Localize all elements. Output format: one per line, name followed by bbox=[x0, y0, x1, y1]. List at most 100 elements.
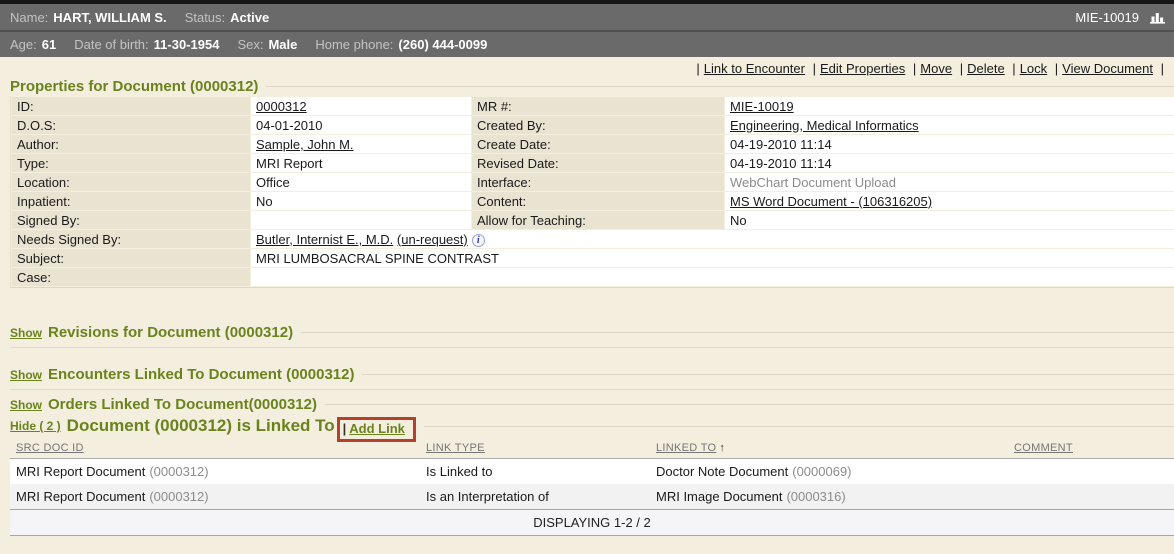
annotation-highlight-box: |Add Link bbox=[337, 417, 416, 442]
move-link[interactable]: Move bbox=[920, 61, 952, 76]
separator: | bbox=[1161, 61, 1164, 76]
show-encounters-link[interactable]: Show bbox=[10, 368, 42, 382]
dos-label: D.O.S: bbox=[12, 116, 250, 134]
patient-status: Active bbox=[230, 10, 269, 25]
edit-properties-link[interactable]: Edit Properties bbox=[820, 61, 905, 76]
comment-value bbox=[1008, 459, 1174, 485]
name-label: Name: bbox=[10, 10, 48, 25]
create-date-value: 04-19-2010 11:14 bbox=[725, 135, 1174, 153]
author-link[interactable]: Sample, John M. bbox=[256, 137, 354, 152]
orders-section: Show Orders Linked To Document(0000312) bbox=[10, 396, 1174, 413]
content-link[interactable]: MS Word Document - (106316205) bbox=[730, 194, 932, 209]
age-value: 61 bbox=[42, 37, 56, 52]
created-by-label: Created By: bbox=[472, 116, 724, 134]
revisions-collapsed-body bbox=[10, 341, 1174, 348]
table-row: Type: MRI Report Revised Date: 04-19-201… bbox=[12, 154, 1174, 172]
table-row: Needs Signed By: Butler, Internist E., M… bbox=[12, 230, 1174, 248]
show-revisions-link[interactable]: Show bbox=[10, 326, 42, 340]
table-row: Signed By: Allow for Teaching: No bbox=[12, 211, 1174, 229]
table-row: Author: Sample, John M. Create Date: 04-… bbox=[12, 135, 1174, 153]
properties-table: ID: 0000312 MR #: MIE-10019 D.O.S: 04-01… bbox=[11, 96, 1174, 287]
hide-linked-link[interactable]: Hide ( 2 ) bbox=[10, 419, 61, 433]
separator: | bbox=[913, 61, 916, 76]
age-pair: Age: 61 bbox=[10, 37, 56, 52]
revised-date-value: 04-19-2010 11:14 bbox=[725, 154, 1174, 172]
linked-to-header[interactable]: LINKED TO bbox=[656, 442, 716, 454]
src-doc-id-header[interactable]: SRC DOC ID bbox=[16, 442, 84, 454]
age-label: Age: bbox=[10, 37, 37, 52]
linked-documents-table: SRC DOC ID LINK TYPE LINKED TO↑ COMMENT … bbox=[10, 439, 1174, 536]
status-label: Status: bbox=[185, 10, 225, 25]
teaching-value: No bbox=[725, 211, 1174, 229]
src-doc-name: MRI Report Document bbox=[16, 464, 145, 479]
linked-table-header-row: SRC DOC ID LINK TYPE LINKED TO↑ COMMENT bbox=[10, 439, 1174, 459]
author-label: Author: bbox=[12, 135, 250, 153]
table-row: Location: Office Interface: WebChart Doc… bbox=[12, 173, 1174, 191]
view-document-link[interactable]: View Document bbox=[1062, 61, 1153, 76]
dob-label: Date of birth: bbox=[74, 37, 148, 52]
inpatient-value: No bbox=[251, 192, 471, 210]
link-to-encounter-link[interactable]: Link to Encounter bbox=[704, 61, 805, 76]
case-label: Case: bbox=[12, 268, 250, 286]
link-type-header[interactable]: LINK TYPE bbox=[426, 442, 485, 454]
sort-ascending-icon[interactable]: ↑ bbox=[719, 442, 725, 454]
patient-header-bar: Name: HART, WILLIAM S. Status: Active MI… bbox=[0, 4, 1174, 30]
needs-signed-by-label: Needs Signed By: bbox=[12, 230, 250, 248]
encounters-collapsed-body bbox=[10, 383, 1174, 390]
lock-link[interactable]: Lock bbox=[1020, 61, 1047, 76]
properties-fieldset: ID: 0000312 MR #: MIE-10019 D.O.S: 04-01… bbox=[10, 96, 1174, 288]
linked-doc-name: MRI Image Document bbox=[656, 489, 782, 504]
mr-number-link[interactable]: MIE-10019 bbox=[730, 99, 794, 114]
content-label: Content: bbox=[472, 192, 724, 210]
location-value: Office bbox=[251, 173, 471, 191]
link-type-value: Is an Interpretation of bbox=[420, 484, 650, 510]
show-orders-link[interactable]: Show bbox=[10, 398, 42, 412]
revised-date-label: Revised Date: bbox=[472, 154, 724, 172]
patient-name: HART, WILLIAM S. bbox=[53, 10, 166, 25]
type-label: Type: bbox=[12, 154, 250, 172]
dob-value: 11-30-1954 bbox=[154, 37, 220, 52]
table-footer-row: DISPLAYING 1-2 / 2 bbox=[10, 510, 1174, 536]
mr-number-badge: MIE-10019 bbox=[1075, 10, 1139, 25]
un-request-link[interactable]: (un-request) bbox=[397, 232, 468, 247]
interface-value: WebChart Document Upload bbox=[725, 173, 1174, 191]
revisions-title: Revisions for Document (0000312) bbox=[48, 324, 293, 341]
table-row: ID: 0000312 MR #: MIE-10019 bbox=[12, 97, 1174, 115]
dos-value: 04-01-2010 bbox=[251, 116, 471, 134]
linked-doc-name: Doctor Note Document bbox=[656, 464, 788, 479]
src-doc-name: MRI Report Document bbox=[16, 489, 145, 504]
table-row: D.O.S: 04-01-2010 Created By: Engineerin… bbox=[12, 116, 1174, 134]
encounters-section: Show Encounters Linked To Document (0000… bbox=[10, 366, 1174, 390]
created-by-link[interactable]: Engineering, Medical Informatics bbox=[730, 118, 919, 133]
id-label: ID: bbox=[12, 97, 250, 115]
linked-documents-section: Hide ( 2 ) Document (0000312) is Linked … bbox=[10, 416, 1174, 536]
sex-value: Male bbox=[268, 37, 297, 52]
needs-signed-by-link[interactable]: Butler, Internist E., M.D. bbox=[256, 232, 393, 247]
orders-title: Orders Linked To Document(0000312) bbox=[48, 396, 317, 413]
linked-section-header: Hide ( 2 ) Document (0000312) is Linked … bbox=[10, 416, 1174, 436]
table-row: Case: bbox=[12, 268, 1174, 286]
link-type-value: Is Linked to bbox=[420, 459, 650, 485]
linked-title: Document (0000312) is Linked To bbox=[67, 416, 335, 436]
comment-header[interactable]: COMMENT bbox=[1014, 442, 1073, 454]
document-id-link[interactable]: 0000312 bbox=[256, 99, 307, 114]
phone-pair: Home phone: (260) 444-0099 bbox=[315, 37, 487, 52]
dob-pair: Date of birth: 11-30-1954 bbox=[74, 37, 219, 52]
bar-chart-icon[interactable] bbox=[1149, 10, 1166, 24]
signed-by-label: Signed By: bbox=[12, 211, 250, 229]
src-doc-id: (0000312) bbox=[149, 464, 208, 479]
comment-value bbox=[1008, 484, 1174, 510]
separator: | bbox=[960, 61, 963, 76]
phone-value: (260) 444-0099 bbox=[398, 37, 487, 52]
linked-doc-id: (0000069) bbox=[792, 464, 851, 479]
interface-label: Interface: bbox=[472, 173, 724, 191]
case-value bbox=[251, 268, 1174, 286]
table-row: MRI Report Document (0000312) Is Linked t… bbox=[10, 459, 1174, 485]
info-icon[interactable]: i bbox=[472, 234, 485, 247]
delete-link[interactable]: Delete bbox=[967, 61, 1005, 76]
sex-pair: Sex: Male bbox=[237, 37, 297, 52]
document-actions-row: | Link to Encounter | Edit Properties | Mov… bbox=[0, 57, 1174, 78]
add-link-button[interactable]: Add Link bbox=[349, 421, 405, 436]
patient-status-pair: Status: Active bbox=[185, 10, 270, 25]
teaching-label: Allow for Teaching: bbox=[472, 211, 724, 229]
